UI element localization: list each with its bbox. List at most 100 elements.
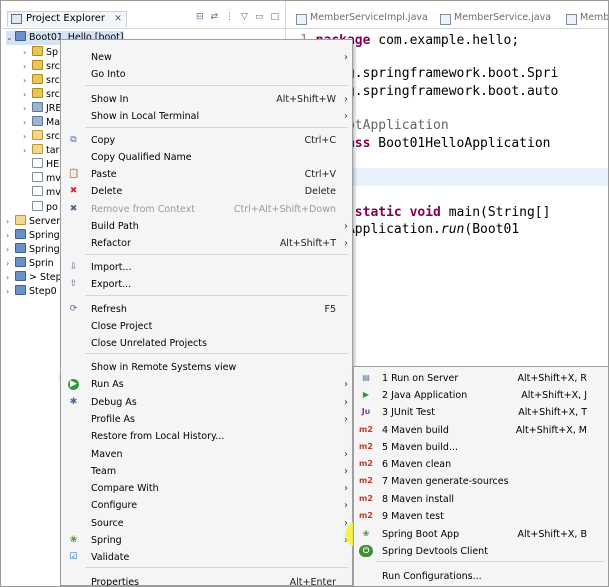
menu-item-copy[interactable]: ⧉ Copy Ctrl+C bbox=[61, 132, 352, 149]
menu-item-new[interactable]: New › bbox=[61, 49, 352, 66]
submenu-item-run-configurations[interactable]: Run Configurations... bbox=[354, 568, 608, 585]
menu-item-properties[interactable]: Properties Alt+Enter bbox=[61, 574, 352, 586]
menu-item-profile-as[interactable]: Profile As › bbox=[61, 411, 352, 428]
tree-item-src[interactable]: › src bbox=[23, 74, 60, 88]
menu-item-label: Import... bbox=[91, 262, 132, 273]
menu-item-import[interactable]: ⇩ Import... bbox=[61, 259, 352, 276]
tree-item-step0[interactable]: › Step0 bbox=[6, 285, 57, 299]
file-icon bbox=[32, 186, 43, 196]
menu-item-label: Close Project bbox=[91, 321, 153, 332]
menu-item-paste[interactable]: 📋 Paste Ctrl+V bbox=[61, 166, 352, 183]
tree-item-src[interactable]: › src bbox=[23, 88, 60, 102]
expand-icon[interactable]: › bbox=[23, 60, 32, 74]
submenu-item-8-maven-install[interactable]: m2 8 Maven install bbox=[354, 491, 608, 508]
submenu-item-1-run-on-server[interactable]: ▤ 1 Run on Server Alt+Shift+X, R bbox=[354, 370, 608, 387]
collapse-all-icon[interactable]: ⊟ bbox=[196, 12, 204, 22]
menu-item-label: Profile As bbox=[91, 414, 136, 425]
submenu-item-spring-devtools-client[interactable]: ⏻ Spring Devtools Client bbox=[354, 543, 608, 560]
menu-item-refresh[interactable]: ⟳ Refresh F5 bbox=[61, 301, 352, 318]
menu-item-shortcut: Ctrl+C bbox=[304, 135, 337, 146]
tree-item-mv[interactable]: mv bbox=[23, 186, 61, 200]
menu-item-compare-with[interactable]: Compare With › bbox=[61, 480, 352, 497]
expand-icon[interactable]: › bbox=[6, 229, 15, 243]
tree-item-jre[interactable]: › JRE bbox=[23, 102, 61, 116]
submenu-item-9-maven-test[interactable]: m2 9 Maven test bbox=[354, 508, 608, 525]
submenu-item-4-maven-build[interactable]: m2 4 Maven build Alt+Shift+X, M bbox=[354, 422, 608, 439]
menu-item-show-in-local-terminal[interactable]: Show in Local Terminal › bbox=[61, 108, 352, 125]
tree-item-sp[interactable]: › Sp bbox=[23, 46, 58, 60]
expand-icon[interactable]: › bbox=[6, 257, 15, 271]
tree-item-step[interactable]: › > Step bbox=[6, 271, 62, 285]
tree-item-spring[interactable]: › Spring bbox=[6, 243, 60, 257]
tree-item-server[interactable]: › Server bbox=[6, 215, 60, 229]
submenu-arrow-icon: › bbox=[344, 52, 348, 63]
expand-icon[interactable]: › bbox=[6, 271, 15, 285]
expand-icon[interactable]: ⌄ bbox=[6, 31, 15, 45]
tree-item-po[interactable]: po bbox=[23, 201, 58, 215]
menu-item-show-in[interactable]: Show In Alt+Shift+W › bbox=[61, 91, 352, 108]
expand-icon[interactable]: › bbox=[23, 74, 32, 88]
expand-icon[interactable]: › bbox=[23, 88, 32, 102]
maximize-icon[interactable]: □ bbox=[270, 12, 279, 22]
expand-icon[interactable]: › bbox=[23, 144, 32, 158]
menu-item-refactor[interactable]: Refactor Alt+Shift+T › bbox=[61, 235, 352, 252]
submenu-item-label: 9 Maven test bbox=[382, 511, 444, 522]
tree-item-ma[interactable]: › Ma bbox=[23, 116, 60, 130]
menu-item-shortcut: Ctrl+Alt+Shift+Down bbox=[233, 204, 336, 215]
tree-item-label: HE bbox=[46, 159, 60, 170]
menu-separator bbox=[85, 85, 348, 86]
submenu-item-3-junit-test[interactable]: Jυ 3 JUnit Test Alt+Shift+X, T bbox=[354, 404, 608, 421]
expand-icon[interactable]: › bbox=[6, 243, 15, 257]
submenu-item-spring-boot-app[interactable]: ❀ Spring Boot App Alt+Shift+X, B bbox=[354, 526, 608, 543]
menu-item-export[interactable]: ⇧ Export... bbox=[61, 276, 352, 293]
expand-icon[interactable]: › bbox=[23, 46, 32, 60]
menu-item-copy-qualified-name[interactable]: Copy Qualified Name bbox=[61, 149, 352, 166]
tree-item-src[interactable]: › src bbox=[23, 130, 60, 144]
editor-tab-memberserviceimpl-java[interactable]: MemberServiceImpl.java bbox=[294, 12, 428, 28]
link-with-editor-icon[interactable]: ⇄ bbox=[211, 12, 219, 22]
editor-tab-memberservice-java[interactable]: MemberService.java bbox=[438, 12, 551, 28]
filter-icon[interactable]: ⋮ bbox=[225, 12, 234, 22]
expand-icon[interactable]: › bbox=[23, 130, 32, 144]
menu-item-run-as[interactable]: ▶ Run As › bbox=[61, 376, 352, 393]
springboot-icon: ❀ bbox=[362, 529, 370, 538]
menu-item-validate[interactable]: ☑ Validate bbox=[61, 549, 352, 566]
menu-item-team[interactable]: Team › bbox=[61, 463, 352, 480]
menu-item-close-project[interactable]: Close Project bbox=[61, 318, 352, 335]
expand-icon[interactable]: › bbox=[23, 102, 32, 116]
menu-item-spring[interactable]: ❀Spring› bbox=[61, 532, 352, 549]
tree-item-src[interactable]: › src bbox=[23, 60, 60, 74]
close-icon[interactable]: ✕ bbox=[114, 14, 122, 24]
submenu-item-6-maven-clean[interactable]: m2 6 Maven clean bbox=[354, 456, 608, 473]
minimize-icon[interactable]: ▭ bbox=[255, 12, 264, 22]
expand-icon[interactable]: › bbox=[23, 116, 32, 130]
menu-item-source[interactable]: Source › bbox=[61, 515, 352, 532]
menu-item-go-into[interactable]: Go Into bbox=[61, 66, 352, 83]
tree-item-mv[interactable]: mv bbox=[23, 172, 61, 186]
tree-item-spring[interactable]: › Spring bbox=[6, 229, 60, 243]
tree-item-tar[interactable]: › tar bbox=[23, 144, 59, 158]
menu-item-configure[interactable]: Configure › bbox=[61, 497, 352, 514]
view-menu-icon[interactable]: ▽ bbox=[241, 12, 248, 22]
editor-tab-member[interactable]: Member bbox=[564, 12, 608, 28]
pkg-icon bbox=[32, 88, 43, 98]
refresh-icon: ⟳ bbox=[69, 304, 78, 314]
submenu-item-2-java-application[interactable]: ▶ 2 Java Application Alt+Shift+X, J bbox=[354, 387, 608, 404]
menu-item-close-unrelated-projects[interactable]: Close Unrelated Projects bbox=[61, 335, 352, 352]
tree-item-sprin[interactable]: › Sprin bbox=[6, 257, 54, 271]
submenu-item-7-maven-generate-sources[interactable]: m2 7 Maven generate-sources bbox=[354, 473, 608, 490]
menu-item-show-in-remote-systems-view[interactable]: Show in Remote Systems view bbox=[61, 359, 352, 376]
tree-item-he[interactable]: HE bbox=[23, 158, 59, 172]
expand-icon[interactable]: › bbox=[6, 285, 15, 299]
expand-icon[interactable]: › bbox=[6, 215, 15, 229]
menu-item-debug-as[interactable]: ✱ Debug As › bbox=[61, 394, 352, 411]
menu-item-delete[interactable]: ✖ Delete Delete bbox=[61, 183, 352, 200]
menu-item-maven[interactable]: Maven › bbox=[61, 446, 352, 463]
tab-project-explorer[interactable]: Project Explorer ✕ bbox=[7, 11, 127, 27]
submenu-item-5-maven-build[interactable]: m2 5 Maven build... bbox=[354, 439, 608, 456]
menu-item-build-path[interactable]: Build Path › bbox=[61, 218, 352, 235]
menu-item-label: Copy Qualified Name bbox=[91, 152, 192, 163]
submenu-arrow-icon: › bbox=[344, 111, 348, 122]
menu-item-restore-from-local-history[interactable]: Restore from Local History... bbox=[61, 428, 352, 445]
m2-icon: m2 bbox=[359, 459, 373, 468]
